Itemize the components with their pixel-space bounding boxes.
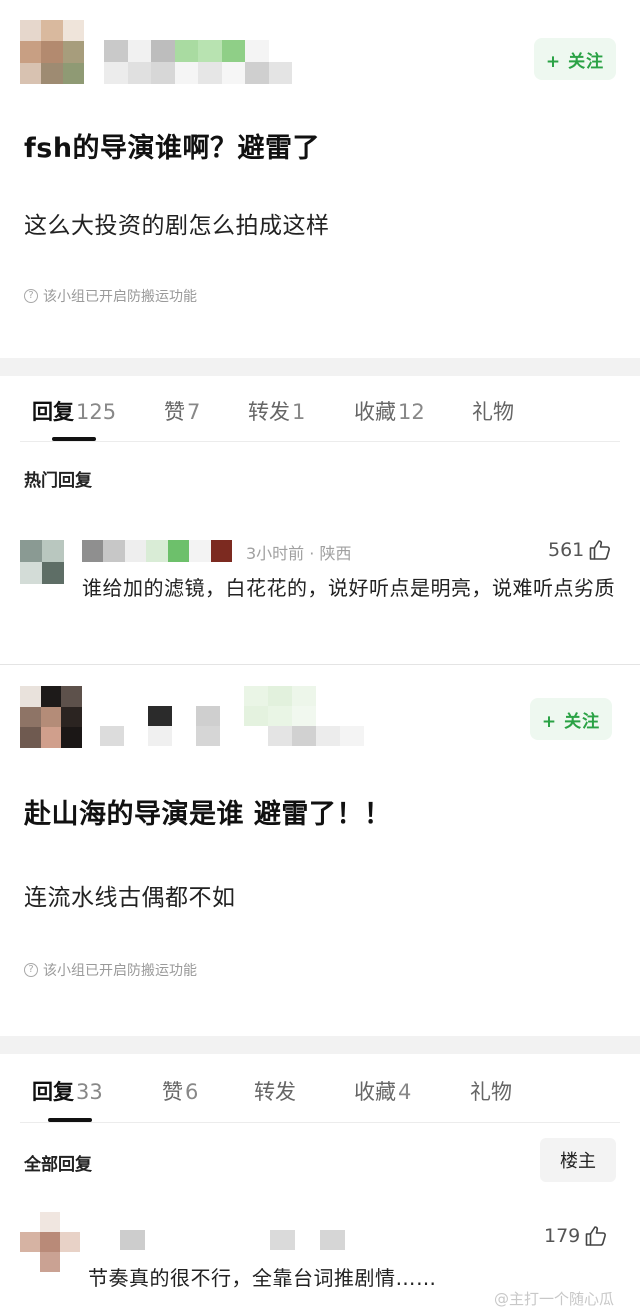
reply-author-blurred[interactable] <box>120 1230 370 1250</box>
post-title: 赴山海的导演是谁 避雷了！！ <box>24 799 392 830</box>
notice-text: 该小组已开启防搬运功能 <box>43 289 197 305</box>
post-title: fsh的导演谁啊？避雷了 <box>24 133 321 164</box>
follow-button[interactable]: + 关注 <box>530 698 612 740</box>
follow-button[interactable]: + 关注 <box>534 38 616 80</box>
like-count: 179 <box>544 1225 581 1247</box>
owner-only-button[interactable]: 楼主 <box>540 1138 616 1182</box>
reply-avatar[interactable] <box>20 540 64 584</box>
tab-favorites[interactable]: 收藏12 <box>354 396 425 426</box>
like-count: 561 <box>548 539 585 561</box>
thumbs-up-icon[interactable] <box>584 1224 608 1248</box>
thumbs-up-icon[interactable] <box>588 538 612 562</box>
reply-avatar[interactable] <box>20 1212 80 1272</box>
post-2-tabs: 回复33 赞6 转发 收藏4 礼物 <box>0 1056 640 1122</box>
anti-repost-notice: ? 该小组已开启防搬运功能 <box>24 960 197 980</box>
tab-gifts[interactable]: 礼物 <box>472 396 514 426</box>
tabs-divider <box>20 1122 620 1123</box>
reply-likes[interactable]: 179 <box>544 1224 608 1248</box>
post-body: 连流水线古偶都不如 <box>24 885 236 911</box>
reply-text: 节奏真的很不行，全靠台词推剧情…… <box>88 1266 437 1290</box>
author-avatar[interactable] <box>20 686 82 748</box>
section-separator <box>0 1036 640 1054</box>
tabs-divider <box>20 441 620 442</box>
notice-text: 该小组已开启防搬运功能 <box>43 963 197 979</box>
tab-likes[interactable]: 赞6 <box>162 1076 198 1106</box>
post-body: 这么大投资的剧怎么拍成这样 <box>24 213 330 239</box>
question-circle-icon: ? <box>24 963 38 977</box>
tab-likes[interactable]: 赞7 <box>164 396 200 426</box>
reply-text: 谁给加的滤镜，白花花的，说好听点是明亮，说难听点劣质 <box>82 576 615 600</box>
reply-author-blurred[interactable] <box>82 540 232 562</box>
tab-gifts[interactable]: 礼物 <box>470 1076 512 1106</box>
question-circle-icon: ? <box>24 289 38 303</box>
author-name-blurred[interactable] <box>100 686 364 746</box>
reply-meta: 3小时前 · 陕西 <box>246 544 352 563</box>
tab-reposts[interactable]: 转发1 <box>248 396 305 426</box>
tab-reposts[interactable]: 转发 <box>254 1076 296 1106</box>
section-separator <box>0 358 640 376</box>
author-avatar[interactable] <box>20 20 84 84</box>
anti-repost-notice: ? 该小组已开启防搬运功能 <box>24 286 197 306</box>
tab-replies[interactable]: 回复33 <box>32 1076 103 1106</box>
author-name-blurred[interactable] <box>104 40 292 84</box>
reply-likes[interactable]: 561 <box>548 538 612 562</box>
all-replies-heading: 全部回复 <box>24 1155 92 1175</box>
tab-favorites[interactable]: 收藏4 <box>354 1076 411 1106</box>
hot-replies-heading: 热门回复 <box>24 471 92 491</box>
screenshot-divider <box>0 664 640 665</box>
tab-replies[interactable]: 回复125 <box>32 396 116 426</box>
post-1-tabs: 回复125 赞7 转发1 收藏12 礼物 <box>0 376 640 441</box>
watermark: @主打一个随心瓜 <box>494 1290 615 1308</box>
